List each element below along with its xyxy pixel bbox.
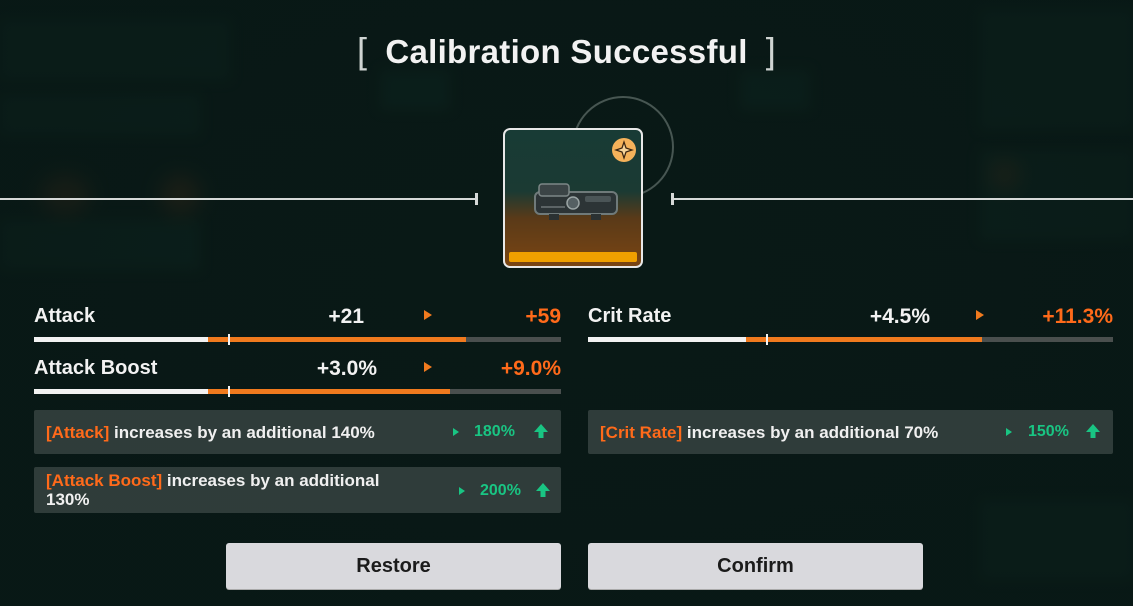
stat-progress-next: [745, 337, 982, 342]
arrow-right-icon: [424, 310, 432, 320]
arrow-up-icon: [1086, 424, 1100, 438]
bonus-value: 180%: [474, 423, 515, 440]
stat-next-value: +9.0%: [500, 357, 561, 380]
stat-progress-current: [34, 337, 208, 342]
stat-progress-next: [207, 389, 451, 394]
stat-progress-next: [207, 337, 467, 342]
stat-progress-track: [588, 334, 1113, 345]
stat-progress-current: [588, 337, 746, 342]
stat-row-crit-rate: Crit Rate +4.5% +11.3%: [588, 302, 1113, 348]
bonus-row-attack: [Attack] increases by an additional 140%…: [34, 410, 561, 454]
bonus-text: increases by an additional 70%: [682, 423, 939, 442]
restore-button[interactable]: Restore: [226, 543, 561, 589]
stat-row-attack-boost: Attack Boost +3.0% +9.0%: [34, 354, 561, 400]
stat-progress-marker: [765, 334, 768, 345]
divider-left-tick: [475, 193, 478, 205]
title-bracket-open: [: [357, 30, 368, 71]
bonus-description: [Attack] increases by an additional 140%: [46, 423, 375, 442]
bonus-tag: [Attack Boost]: [46, 471, 163, 490]
stat-next-value: +11.3%: [1042, 305, 1113, 328]
stat-name: Crit Rate: [588, 305, 672, 327]
divider-left: [0, 198, 478, 200]
title-bracket-close: ]: [765, 30, 776, 71]
dialog-title: [ Calibration Successful]: [0, 30, 1133, 72]
stat-next-value: +59: [525, 305, 561, 328]
divider-right: [671, 198, 1133, 200]
stat-current-value: +3.0%: [316, 357, 377, 380]
title-text: Calibration Successful: [385, 33, 748, 70]
arrow-right-icon: [1006, 428, 1012, 436]
arrow-right-icon: [976, 310, 984, 320]
bonus-row-crit-rate: [Crit Rate] increases by an additional 7…: [588, 410, 1113, 454]
arrow-right-icon: [424, 362, 432, 372]
confirm-button[interactable]: Confirm: [588, 543, 923, 589]
stat-progress-current: [34, 389, 208, 394]
stat-progress-marker: [227, 334, 230, 345]
stat-progress-track: [34, 386, 561, 397]
four-point-star-icon: [612, 138, 636, 162]
arrow-up-icon: [534, 424, 548, 438]
stat-name: Attack Boost: [34, 357, 158, 379]
arrow-up-icon: [536, 483, 550, 497]
bonus-description: [Crit Rate] increases by an additional 7…: [600, 423, 938, 442]
rarity-bar: [509, 252, 637, 262]
divider-right-tick: [671, 193, 674, 205]
bonus-description: [Attack Boost] increases by an additiona…: [46, 471, 426, 509]
arrow-right-icon: [453, 428, 459, 436]
bonus-text: increases by an additional 140%: [109, 423, 375, 442]
stat-current-value: +4.5%: [869, 305, 930, 328]
bonus-value: 150%: [1028, 423, 1069, 440]
stat-current-value: +21: [328, 305, 364, 328]
stat-progress-track: [34, 334, 561, 345]
stat-name: Attack: [34, 305, 96, 327]
bonus-row-attack-boost: [Attack Boost] increases by an additiona…: [34, 467, 561, 513]
bonus-tag: [Crit Rate]: [600, 423, 683, 442]
stat-row-attack: Attack +21 +59: [34, 302, 561, 348]
bonus-tag: [Attack]: [46, 423, 110, 442]
arrow-right-icon: [459, 487, 465, 495]
stat-progress-marker: [227, 386, 230, 397]
bonus-value: 200%: [480, 482, 521, 499]
